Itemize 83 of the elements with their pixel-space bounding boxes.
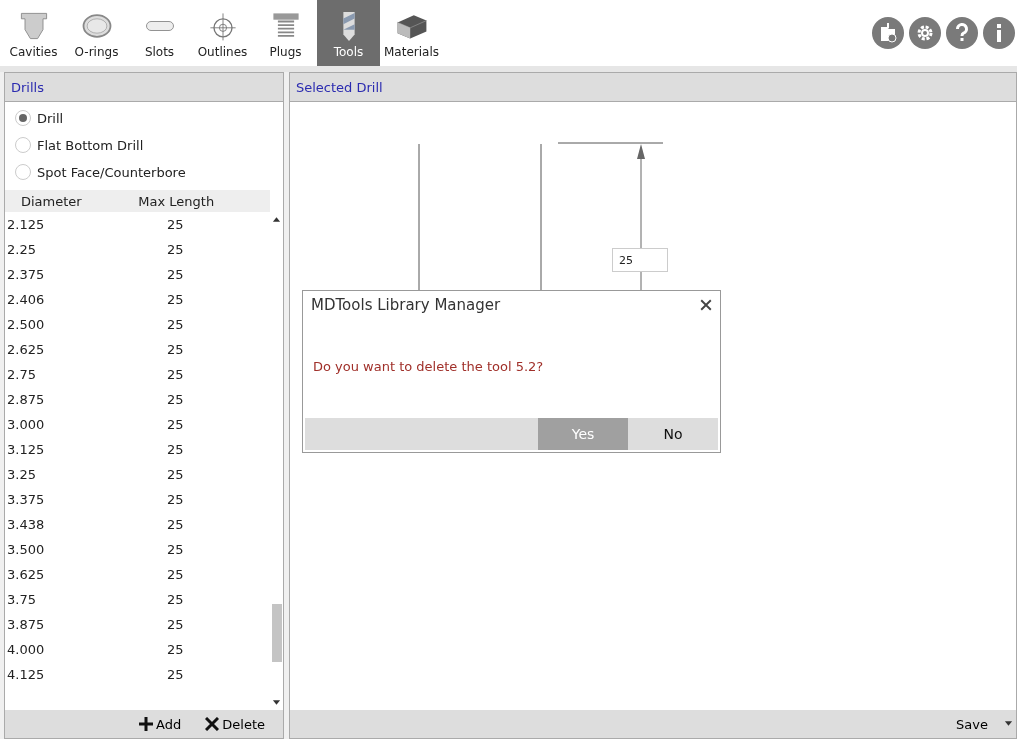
table-row[interactable]: 2.625 25 [5,337,270,362]
table-cell-text: 2.25 [6,242,37,257]
table-row[interactable]: 3.438 25 [5,512,270,537]
table-row[interactable]: 4.000 25 [5,637,270,662]
table-cell-text: 3.125 [6,442,46,457]
table-cell: 25 [167,242,184,257]
table-cell: 25 [167,567,184,582]
save-button[interactable]: Save [956,716,988,732]
dimension-field[interactable]: 25 [612,248,668,272]
table-cell: 25 [167,442,184,457]
scrollbar-thumb[interactable] [271,604,282,662]
caret-icon[interactable] [1004,721,1013,727]
table-cell-text: 3.375 [6,492,46,507]
help-icon[interactable] [946,17,978,49]
drill-bit-icon [341,11,356,41]
table-cell: 25 [167,667,184,682]
table-row[interactable]: 2.406 25 [5,287,270,312]
panel-title: Drills [11,79,44,95]
plus-icon [139,717,154,731]
table-cell-text: 2.125 [6,217,46,232]
radio-option[interactable]: Drill [15,110,273,126]
panel-title: Selected Drill [296,79,383,95]
toolbar-tab[interactable]: Tools [317,0,380,66]
import-file-icon[interactable] [872,17,904,49]
table-cell: 25 [167,342,184,357]
table-cell: 25 [167,467,184,482]
table-row[interactable]: 2.125 25 [5,212,270,237]
scroll-up-icon[interactable] [272,216,281,222]
table-cell: 25 [167,542,184,557]
table-cell-text: 3.625 [6,567,46,582]
table-cell: 25 [167,642,184,657]
table-row[interactable]: 3.000 25 [5,412,270,437]
close-icon[interactable] [700,299,712,311]
scroll-down-icon[interactable] [272,700,281,706]
table-cell-text: 3.75 [6,592,37,607]
table-cell-text: 2.625 [6,342,46,357]
table-row[interactable]: 3.25 25 [5,462,270,487]
table-cell-text: 4.125 [6,667,46,682]
table-cell: 25 [167,592,184,607]
table-cell-text: 3.875 [6,617,46,632]
table-row[interactable]: 2.875 25 [5,387,270,412]
table-cell-text: 3.438 [6,517,46,532]
table-row[interactable]: 3.875 25 [5,612,270,637]
table-row[interactable]: 2.375 25 [5,262,270,287]
column-header[interactable]: Diameter [5,193,139,209]
table-cell: 25 [167,417,184,432]
table-cell-text: 3.25 [6,467,37,482]
table-cell: 25 [167,367,184,382]
table-cell-text: 3.500 [6,542,46,557]
add-button[interactable]: Add [139,716,182,732]
info-icon[interactable] [983,17,1015,49]
table-cell: 25 [167,217,184,232]
table-row[interactable]: 2.500 25 [5,312,270,337]
table-row[interactable]: 3.375 25 [5,487,270,512]
dialog-title: MDTools Library Manager [311,296,501,314]
table-row[interactable]: 4.125 25 [5,662,270,687]
table-cell-text: 3.000 [6,417,46,432]
table-cell: 25 [167,392,184,407]
table-cell: 25 [167,292,184,307]
table-cell-text: 4.000 [6,642,46,657]
table-cell: 25 [167,317,184,332]
table-cell-text: 2.875 [6,392,46,407]
table-row[interactable]: 3.625 25 [5,562,270,587]
column-header[interactable]: Max Length [138,193,270,209]
table-row[interactable]: 3.500 25 [5,537,270,562]
table-row[interactable]: 3.125 25 [5,437,270,462]
close-icon [205,717,220,731]
table-cell: 25 [167,517,184,532]
radio-option[interactable]: Flat Bottom Drill [15,137,273,153]
table-cell: 25 [167,492,184,507]
table-cell: 25 [167,267,184,282]
delete-button[interactable]: Delete [205,716,265,732]
table-cell-text: 2.375 [6,267,46,282]
settings-icon[interactable] [909,17,941,49]
dialog-message: Do you want to delete the tool 5.2? [312,357,545,376]
table-row[interactable]: 2.25 25 [5,237,270,262]
table-cell-text: 2.406 [6,292,46,307]
radio-option[interactable]: Spot Face/Counterbore [15,164,273,180]
table-cell-text: 2.75 [6,367,37,382]
table-row[interactable]: 3.75 25 [5,587,270,612]
table-cell: 25 [167,617,184,632]
table-row[interactable]: 2.75 25 [5,362,270,387]
table-cell-text: 2.500 [6,317,46,332]
